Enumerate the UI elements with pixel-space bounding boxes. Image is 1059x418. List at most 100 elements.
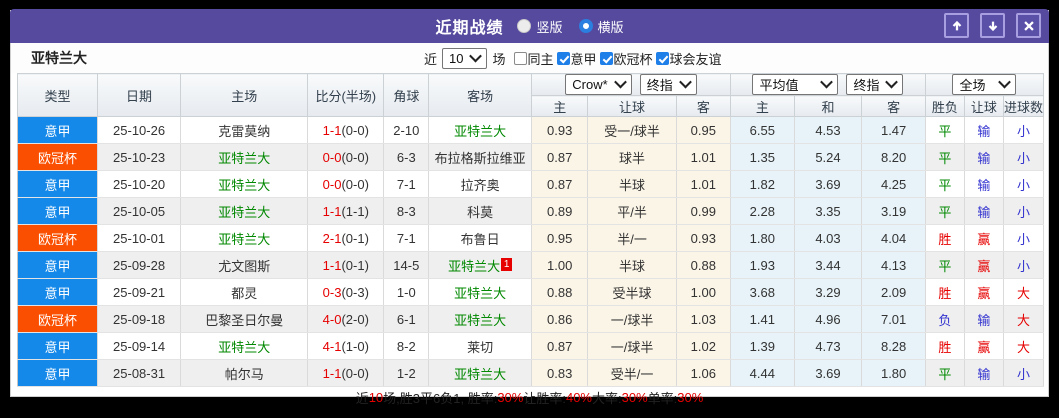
- match-row: 意甲 25-09-14 亚特兰大 4-1(1-0) 8-2 莱切 0.87 一/球半 1.02 1…: [17, 332, 1045, 360]
- layout-radio-vertical[interactable]: 竖版: [517, 17, 563, 36]
- date-cell: 25-09-28: [97, 251, 182, 279]
- away-team-cell: 莱切: [428, 332, 532, 360]
- corner-cell: 8-3: [383, 197, 430, 225]
- summary-segment: 场,胜3平6负1, 胜率:: [383, 391, 498, 406]
- desktop: { "colors":{"purple":"#564a9e","type-blu…: [0, 0, 1059, 418]
- sub-header-avg-away: 客: [861, 95, 926, 117]
- league-type-cell: 意甲: [17, 116, 99, 144]
- col-header-home: 主场: [180, 73, 309, 117]
- handicap-result-cell: 输: [964, 170, 1004, 198]
- average-stage-select[interactable]: 终指: [846, 74, 904, 95]
- away-team-cell: 布鲁日: [428, 224, 532, 252]
- chevron-down-icon: [678, 75, 692, 89]
- checkbox-champions-league[interactable]: 欧冠杯: [599, 49, 653, 68]
- checkbox-unchecked-icon: [513, 51, 527, 65]
- match-row: 欧冠杯 25-09-18 巴黎圣日尔曼 4-0(2-0) 6-1 亚特兰大 0.86 一/球半…: [17, 305, 1045, 333]
- handicap-line-cell: 受一/球半: [587, 116, 677, 144]
- half-time-score: (0-0): [341, 176, 369, 192]
- summary-segment: 10: [368, 390, 384, 405]
- league-type-cell: 意甲: [17, 197, 99, 225]
- home-team-cell: 克雷莫纳: [180, 116, 309, 144]
- recent-count-select[interactable]: 10: [442, 47, 488, 69]
- full-time-score: 1-1: [322, 203, 342, 219]
- league-type-cell: 欧冠杯: [17, 305, 99, 333]
- home-team-cell: 帕尔马: [180, 359, 309, 387]
- average-select[interactable]: 平均值: [752, 74, 839, 95]
- score-cell: 0-3(0-3): [307, 278, 385, 306]
- match-row: 意甲 25-09-28 尤文图斯 1-1(0-1) 14-5 亚特兰大 1 1.00 半球 0.8…: [17, 251, 1045, 279]
- goals-result-cell: 大: [1003, 332, 1045, 360]
- average-group-header: 平均值 终指: [730, 73, 926, 96]
- avg-home-cell: 1.93: [730, 251, 795, 279]
- league-type-cell: 欧冠杯: [17, 224, 99, 252]
- avg-away-cell: 2.09: [861, 278, 926, 306]
- half-time-score: (1-0): [341, 338, 369, 354]
- checkbox-label: 同主: [527, 51, 554, 67]
- checkbox-serie-a[interactable]: 意甲: [556, 49, 597, 68]
- handicap-away-odds-cell: 1.01: [676, 170, 732, 198]
- avg-away-cell: 8.20: [861, 143, 926, 171]
- goals-result-cell: 小: [1003, 143, 1045, 171]
- avg-home-cell: 3.68: [730, 278, 795, 306]
- panel-title: 近期战绩: [435, 20, 504, 37]
- handicap-result-cell: 输: [964, 116, 1004, 144]
- summary-segment: 30%: [677, 390, 704, 405]
- handicap-home-odds-cell: 0.87: [531, 170, 589, 198]
- match-row: 意甲 25-10-20 亚特兰大 0-0(0-0) 7-1 拉齐奥 0.87 半球 1.01 1.…: [17, 170, 1045, 198]
- full-time-score: 0-0: [322, 176, 342, 192]
- date-cell: 25-09-21: [97, 278, 182, 306]
- handicap-result-cell: 输: [964, 143, 1004, 171]
- league-type-cell: 意甲: [17, 170, 99, 198]
- avg-away-cell: 8.28: [861, 332, 926, 360]
- handicap-line-cell: 一/球半: [587, 332, 677, 360]
- layout-radio-horizontal[interactable]: 横版: [578, 17, 624, 36]
- handicap-away-odds-cell: 1.03: [676, 305, 732, 333]
- full-time-score: 0-3: [322, 284, 342, 300]
- handicap-result-cell: 赢: [964, 224, 1004, 252]
- goals-result-cell: 大: [1003, 278, 1045, 306]
- window-buttons: [944, 13, 1041, 38]
- odds-source-select[interactable]: Crow*: [565, 74, 632, 95]
- down-arrow-icon: [988, 21, 997, 31]
- move-down-button[interactable]: [980, 13, 1005, 38]
- score-cell: 0-0(0-0): [307, 170, 385, 198]
- date-cell: 25-08-31: [97, 359, 182, 387]
- handicap-result-cell: 输: [964, 197, 1004, 225]
- avg-home-cell: 2.28: [730, 197, 795, 225]
- league-type-cell: 欧冠杯: [17, 143, 99, 171]
- match-row: 意甲 25-10-26 克雷莫纳 1-1(0-0) 2-10 亚特兰大 0.93 受一/球半 0…: [17, 116, 1045, 144]
- scope-select[interactable]: 全场: [952, 74, 1017, 95]
- corner-cell: 7-1: [383, 170, 430, 198]
- checkbox-club-friendly[interactable]: 球会友谊: [655, 49, 722, 68]
- checkbox-checked-icon: [655, 51, 669, 65]
- radio-selected-icon: [578, 19, 593, 33]
- handicap-home-odds-cell: 0.93: [531, 116, 589, 144]
- away-team-cell: 亚特兰大: [428, 278, 532, 306]
- goals-result-cell: 大: [1003, 305, 1045, 333]
- close-button[interactable]: [1016, 13, 1041, 38]
- corner-cell: 7-1: [383, 224, 430, 252]
- avg-draw-cell: 3.29: [794, 278, 863, 306]
- home-team-cell: 亚特兰大: [180, 224, 309, 252]
- checkbox-same-home[interactable]: 同主: [513, 49, 554, 68]
- handicap-line-cell: 受半球: [587, 278, 677, 306]
- chevron-down-icon: [613, 75, 627, 89]
- result-cell: 胜: [925, 332, 965, 360]
- checkbox-checked-icon: [556, 51, 570, 65]
- handicap-result-cell: 赢: [964, 278, 1004, 306]
- home-team-cell: 亚特兰大: [180, 197, 309, 225]
- away-team-cell: 科莫: [428, 197, 532, 225]
- handicap-stage-select[interactable]: 终指: [639, 74, 697, 95]
- result-cell: 平: [925, 197, 965, 225]
- sub-header-handicap-line: 让球: [587, 95, 677, 117]
- move-up-button[interactable]: [944, 13, 969, 38]
- half-time-score: (1-1): [341, 203, 369, 219]
- full-time-score: 4-1: [322, 338, 342, 354]
- checkbox-label: 意甲: [570, 51, 597, 67]
- date-cell: 25-09-18: [97, 305, 182, 333]
- chevron-down-icon: [820, 75, 834, 89]
- home-team-cell: 都灵: [180, 278, 309, 306]
- away-team-cell: 亚特兰大: [428, 116, 532, 144]
- chevron-down-icon: [998, 75, 1012, 89]
- goals-result-cell: 小: [1003, 116, 1045, 144]
